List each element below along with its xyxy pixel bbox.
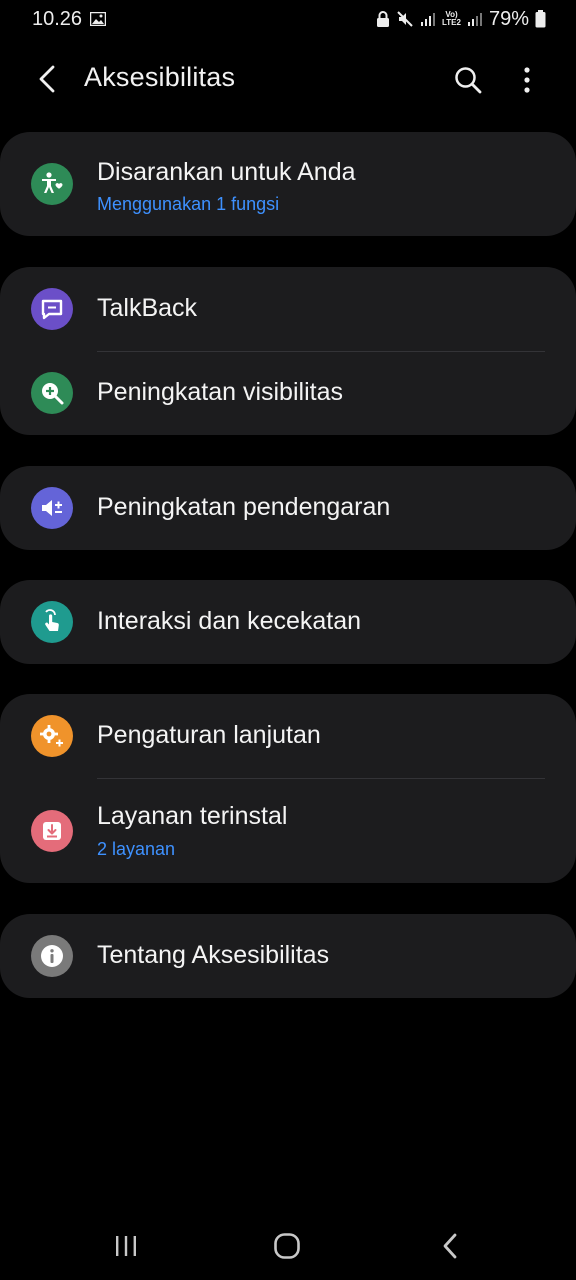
advanced-gear-icon [31, 715, 73, 757]
item-label: Peningkatan pendengaran [97, 493, 391, 521]
item-sublabel: 2 layanan [97, 839, 176, 859]
accessibility-person-icon [31, 163, 73, 205]
signal-2-icon [467, 11, 483, 27]
back-icon[interactable] [430, 1228, 470, 1264]
item-label: Disarankan untuk Anda [97, 158, 356, 186]
card-suggested: Disarankan untuk Anda Menggunakan 1 fung… [0, 132, 576, 236]
card-hearing: Peningkatan pendengaran [0, 466, 576, 550]
mute-icon [396, 10, 414, 28]
installed-services-icon [31, 809, 73, 852]
item-label: Pengaturan lanjutan [97, 721, 321, 749]
battery-percent: 79% [488, 7, 529, 30]
talkback-icon [31, 288, 73, 330]
battery-icon [535, 10, 546, 28]
item-sublabel: Menggunakan 1 fungsi [97, 194, 280, 214]
zoom-in-icon [31, 372, 73, 414]
list-item-visibility[interactable]: Peningkatan visibilitas [0, 351, 576, 435]
item-label: Peningkatan visibilitas [97, 378, 343, 406]
recent-apps-icon[interactable] [106, 1228, 146, 1264]
item-label: Layanan terinstal [97, 802, 288, 830]
navigation-bar [0, 1210, 576, 1280]
card-about: Tentang Aksesibilitas [0, 914, 576, 998]
card-advanced: Pengaturan lanjutan Layanan terinstal 2 … [0, 694, 576, 883]
app-bar: Aksesibilitas [0, 44, 576, 114]
touch-hand-icon [31, 601, 73, 643]
home-icon[interactable] [267, 1228, 307, 1264]
search-icon[interactable] [448, 60, 488, 100]
more-vert-icon[interactable] [510, 60, 544, 100]
item-label: Interaksi dan kecekatan [97, 607, 362, 635]
list-item-talkback[interactable]: TalkBack [0, 267, 576, 351]
card-vision: TalkBack Peningkatan visibilitas [0, 267, 576, 435]
status-time: 10.26 [32, 7, 83, 30]
item-label: TalkBack [97, 294, 198, 322]
list-item-advanced[interactable]: Pengaturan lanjutan [0, 694, 576, 778]
list-item-suggested[interactable]: Disarankan untuk Anda Menggunakan 1 fung… [0, 132, 576, 236]
item-label: Tentang Aksesibilitas [97, 941, 330, 969]
info-icon [31, 935, 73, 977]
lock-notification-icon [376, 10, 390, 28]
card-interaction: Interaksi dan kecekatan [0, 580, 576, 664]
list-item-about[interactable]: Tentang Aksesibilitas [0, 914, 576, 998]
list-item-installed-services[interactable]: Layanan terinstal 2 layanan [0, 778, 576, 883]
signal-icon [420, 11, 436, 27]
list-item-hearing[interactable]: Peningkatan pendengaran [0, 466, 576, 550]
volte-indicator: Vo) LTE2 [442, 10, 461, 27]
gallery-notification-icon [90, 12, 107, 26]
status-bar: 10.26 Vo) LTE2 79% [0, 0, 576, 38]
list-item-interaction[interactable]: Interaksi dan kecekatan [0, 580, 576, 664]
page-title: Aksesibilitas [84, 62, 236, 92]
hearing-icon [31, 487, 73, 529]
back-arrow-icon[interactable] [28, 60, 66, 98]
